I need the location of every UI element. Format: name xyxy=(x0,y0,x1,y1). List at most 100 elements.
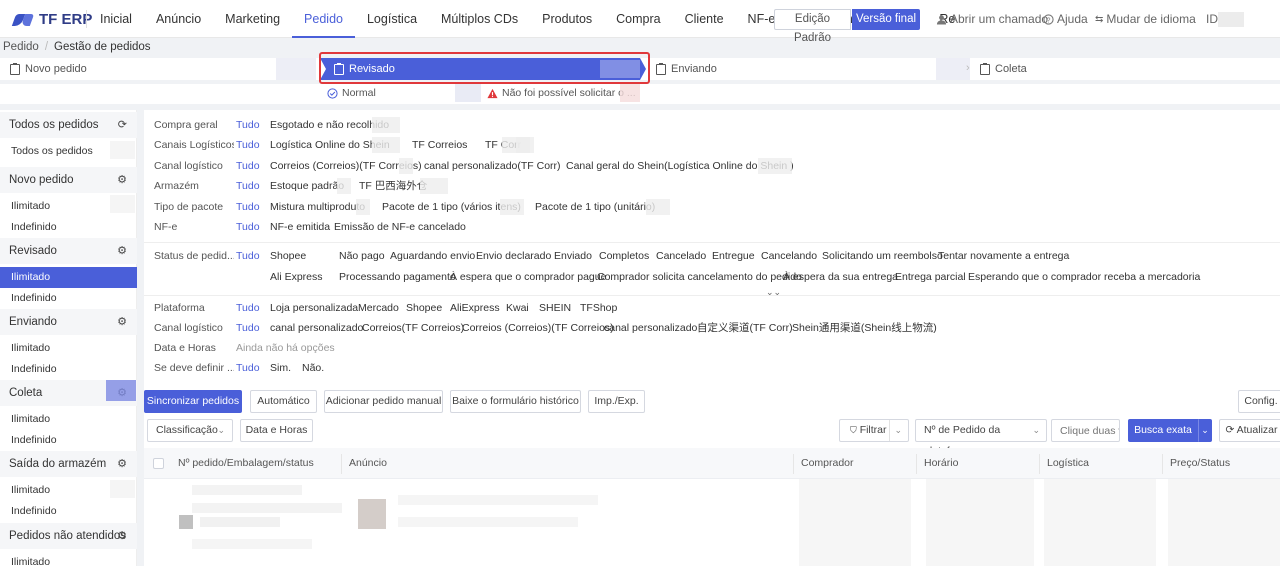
filter-option[interactable]: Envio declarado xyxy=(476,247,551,265)
col-buyer[interactable]: Comprador xyxy=(801,457,854,469)
filter-button[interactable]: ⛉ Filtrar ⌄ xyxy=(839,419,909,442)
automatic-button[interactable]: Automático xyxy=(250,390,317,413)
nav-item-0[interactable]: Inicial xyxy=(88,0,144,38)
filter-option[interactable]: Shopee xyxy=(270,247,306,265)
filter-all-option[interactable]: Tudo xyxy=(236,319,260,337)
filter-option[interactable]: TF 巴西海外仓 xyxy=(359,177,427,195)
sidebar-item[interactable]: Ilimitado xyxy=(0,267,137,288)
filter-all-option[interactable]: Tudo xyxy=(236,299,260,317)
sidebar-group[interactable]: Pedidos não atendidos ⚙ xyxy=(0,523,137,549)
nav-item-4[interactable]: Logística xyxy=(355,0,429,38)
filter-all-option[interactable]: Tudo xyxy=(236,359,260,377)
sidebar-item[interactable]: Indefinido xyxy=(0,288,137,309)
filter-option[interactable]: Completos xyxy=(599,247,649,265)
filter-all-option[interactable]: Tudo xyxy=(236,157,260,175)
nav-item-8[interactable]: Cliente xyxy=(673,0,736,38)
filter-option[interactable]: Estoque padrão xyxy=(270,177,344,195)
step-sending[interactable]: Enviando xyxy=(646,58,966,80)
filter-option[interactable]: Loja personalizada xyxy=(270,299,358,317)
step-new-order[interactable]: Novo pedido xyxy=(0,58,320,80)
sidebar-item[interactable]: Ilimitado xyxy=(0,552,137,566)
col-price-status[interactable]: Preço/Status xyxy=(1170,457,1230,469)
filter-option[interactable]: Aguardando envio xyxy=(390,247,475,265)
filter-option[interactable]: Pacote de 1 tipo (unitário) xyxy=(535,198,655,216)
filter-option[interactable]: Shopee xyxy=(406,299,442,317)
filter-option[interactable]: TF Correios xyxy=(412,136,467,154)
step-collect[interactable]: Coleta xyxy=(970,58,1280,80)
ticket-link[interactable]: Abrir um chamado xyxy=(936,12,1048,26)
sidebar-group[interactable]: Revisado ⚙ xyxy=(0,238,137,264)
filter-option[interactable]: Processando pagamento xyxy=(339,268,456,286)
download-history-button[interactable]: Baixe o formulário histórico xyxy=(450,390,581,413)
help-link[interactable]: ? Ajuda xyxy=(1043,12,1088,26)
sidebar-item[interactable]: Indefinido xyxy=(0,359,137,380)
gear-icon[interactable]: ⚙ xyxy=(117,238,127,264)
exact-search-button[interactable]: Busca exata xyxy=(1128,419,1198,442)
filter-option[interactable]: Kwai xyxy=(506,299,529,317)
filter-option[interactable]: Ali Express xyxy=(270,268,323,286)
sidebar-group[interactable]: Saída do armazém ⚙ xyxy=(0,451,137,477)
date-hours-button[interactable]: Data e Horas xyxy=(240,419,313,442)
gear-icon[interactable]: ⚙ xyxy=(117,309,127,335)
filter-option[interactable]: SHEIN xyxy=(539,299,571,317)
filter-option[interactable]: TFShop xyxy=(580,299,617,317)
nav-item-3[interactable]: Pedido xyxy=(292,0,355,38)
edit-final-button[interactable]: Versão final xyxy=(852,9,920,30)
filter-option[interactable]: Shein通用渠道(Shein线上物流) xyxy=(792,319,937,337)
import-export-button[interactable]: Imp./Exp. xyxy=(588,390,645,413)
filter-option[interactable]: Tentar novamente a entrega xyxy=(938,247,1069,265)
filter-option[interactable]: Mistura multiproduto xyxy=(270,198,365,216)
filter-option[interactable]: À espera da sua entrega xyxy=(783,268,898,286)
table-row[interactable] xyxy=(144,479,1280,566)
sort-dropdown[interactable]: Classificação ⌄ xyxy=(147,419,233,442)
filter-all-option[interactable]: Tudo xyxy=(236,136,260,154)
filter-option[interactable]: Não pago xyxy=(339,247,385,265)
filter-option[interactable]: Enviado xyxy=(554,247,592,265)
sidebar-item[interactable]: Indefinido xyxy=(0,430,137,451)
sidebar-group[interactable]: Enviando ⚙ xyxy=(0,309,137,335)
filter-option[interactable]: Cancelando xyxy=(761,247,817,265)
nav-item-2[interactable]: Marketing xyxy=(213,0,292,38)
filter-all-option[interactable]: Tudo xyxy=(236,218,260,236)
gear-icon[interactable]: ⚙ xyxy=(117,523,127,549)
nav-item-1[interactable]: Anúncio xyxy=(144,0,213,38)
filter-option[interactable]: Não. xyxy=(302,359,324,377)
search-input[interactable] xyxy=(1051,419,1120,442)
sync-orders-button[interactable]: Sincronizar pedidos xyxy=(144,390,242,413)
sidebar-group-all[interactable]: Todos os pedidos ⟳ xyxy=(0,112,137,138)
filter-option[interactable]: Correios (Correios)(TF Correios) xyxy=(462,319,614,337)
nav-item-5[interactable]: Múltiplos CDs xyxy=(429,0,530,38)
col-order[interactable]: Nº pedido/Embalagem/status xyxy=(178,457,314,469)
nav-item-6[interactable]: Produtos xyxy=(530,0,604,38)
filter-option[interactable]: Comprador solicita cancelamento do pedid… xyxy=(597,268,802,286)
filter-all-option[interactable]: Tudo xyxy=(236,247,260,265)
filter-option[interactable]: À espera que o comprador pague xyxy=(450,268,606,286)
substep-normal[interactable]: Normal xyxy=(327,87,376,99)
filter-option[interactable]: 自定义渠道(TF Corr) xyxy=(697,319,793,337)
filter-option[interactable]: Sim. xyxy=(270,359,291,377)
col-time[interactable]: Horário xyxy=(924,457,958,469)
expand-more-icon[interactable]: ⌄⌄ xyxy=(766,287,781,298)
sidebar-item[interactable]: Ilimitado xyxy=(0,338,137,359)
filter-option[interactable]: canal personalizado xyxy=(270,319,363,337)
refresh-button[interactable]: ⟳ Atualizar xyxy=(1219,419,1280,442)
nav-item-7[interactable]: Compra xyxy=(604,0,672,38)
col-logistics[interactable]: Logística xyxy=(1047,457,1089,469)
config-button[interactable]: Config. xyxy=(1238,390,1280,413)
filter-option[interactable]: Cancelado xyxy=(656,247,706,265)
filter-option[interactable]: Esperando que o comprador receba a merca… xyxy=(968,268,1200,286)
logo[interactable]: TF ERP xyxy=(11,11,92,28)
filter-all-option[interactable]: Tudo xyxy=(236,198,260,216)
search-field-select[interactable]: Nº de Pedido da plataforma ⌄ xyxy=(915,419,1047,457)
filter-all-option[interactable]: Tudo xyxy=(236,116,260,134)
gear-icon[interactable]: ⚙ xyxy=(117,451,127,477)
select-all-checkbox[interactable] xyxy=(153,458,164,469)
language-link[interactable]: ⇆ Mudar de idioma xyxy=(1095,12,1196,26)
filter-option[interactable]: Emissão de NF-e cancelado xyxy=(334,218,466,236)
sidebar-item[interactable]: Ilimitado xyxy=(0,409,137,430)
substep-error[interactable]: Não foi possível solicitar o ... xyxy=(487,87,636,99)
sidebar-group[interactable]: Novo pedido ⚙ xyxy=(0,167,137,193)
filter-option[interactable]: Entrega parcial xyxy=(895,268,966,286)
filter-option[interactable]: canal personalizado(TF Corr) xyxy=(424,157,561,175)
exact-search-dropdown[interactable]: ⌄ xyxy=(1198,419,1212,442)
